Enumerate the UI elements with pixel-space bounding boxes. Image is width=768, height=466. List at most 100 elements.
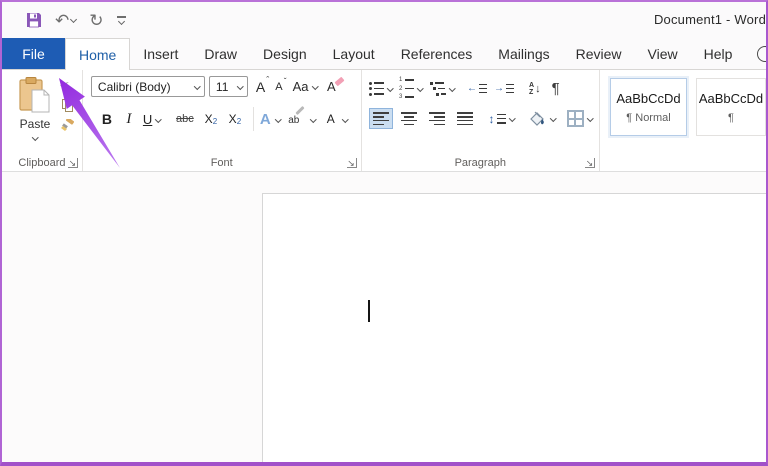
bold-button[interactable]: B [95, 111, 119, 127]
ribbon: Paste ✂ Clipboard ↘ Calibri (Body) 11 A … [2, 70, 766, 172]
undo-button[interactable]: ↶ [55, 12, 78, 29]
shading-button[interactable] [527, 110, 557, 128]
tab-mailings[interactable]: Mailings [485, 38, 562, 69]
tab-insert[interactable]: Insert [130, 38, 191, 69]
font-dialog-launcher[interactable]: ↘ [346, 158, 357, 168]
copy-icon[interactable] [62, 99, 73, 112]
align-right-icon [428, 112, 445, 126]
multilevel-list-icon [429, 81, 446, 96]
justify-icon [456, 112, 473, 126]
numbering-button[interactable]: 1 2 3 [399, 77, 424, 100]
tab-help[interactable]: Help [691, 38, 746, 69]
save-icon[interactable] [26, 12, 42, 28]
underline-button[interactable]: U [143, 112, 152, 127]
italic-button[interactable]: I [119, 111, 139, 128]
font-size-combobox[interactable]: 11 [208, 76, 248, 97]
paste-clipboard-icon [19, 77, 50, 113]
font-name-chevron-icon [194, 83, 201, 90]
paste-button[interactable]: Paste [12, 76, 58, 141]
strikethrough-button[interactable]: abc [171, 113, 199, 125]
multilevel-list-button[interactable] [429, 81, 455, 96]
superscript-button[interactable]: X2 [223, 112, 247, 126]
decrease-indent-button[interactable]: ← [467, 83, 487, 94]
font-color-button[interactable]: A [324, 110, 349, 128]
document-area [2, 172, 766, 462]
style-name: ¶ Normal [626, 111, 671, 124]
font-name-combobox[interactable]: Calibri (Body) [90, 76, 205, 97]
decrease-indent-icon: ← [467, 83, 487, 94]
clipboard-dialog-launcher[interactable]: ↘ [67, 158, 78, 168]
change-case-chevron-icon [311, 83, 318, 90]
underline-chevron-icon[interactable] [155, 115, 162, 123]
shrink-font-tick-icon: ˇ [283, 76, 287, 86]
text-highlight-button[interactable]: ab [288, 105, 317, 128]
font-group-label: Font [210, 157, 233, 169]
copy-page-front [65, 102, 73, 112]
document-page[interactable] [262, 193, 766, 462]
customize-qat-button[interactable] [116, 16, 126, 26]
text-caret [368, 300, 370, 322]
multilevel-chevron-icon [448, 85, 455, 92]
cut-icon[interactable]: ✂ [60, 78, 82, 91]
shrink-font-button[interactable]: Aˇ [275, 77, 286, 93]
borders-button[interactable] [566, 110, 593, 128]
bullets-icon [368, 81, 384, 96]
increase-indent-button[interactable]: → [494, 83, 514, 94]
shading-chevron-icon [550, 115, 557, 122]
highlight-chevron-icon [310, 115, 317, 123]
format-painter-icon[interactable] [60, 117, 75, 132]
font-group: Calibri (Body) 11 Aˆ Aˇ Aa A B I U abc X… [83, 70, 362, 171]
font-size-chevron-icon [237, 83, 244, 90]
style-normal[interactable]: AaBbCcDd ¶ Normal [610, 78, 687, 136]
shading-bucket-icon [530, 111, 544, 126]
line-spacing-chevron-icon [508, 115, 515, 122]
text-effects-icon: A [259, 110, 271, 128]
clear-formatting-button[interactable]: A [327, 76, 345, 94]
word-window: ↶ ↻ Document1 - Word File Home Insert Dr… [0, 0, 768, 466]
paste-dropdown-chevron-icon[interactable] [31, 134, 39, 141]
tab-review[interactable]: Review [563, 38, 635, 69]
tab-file[interactable]: File [2, 38, 65, 69]
tab-design[interactable]: Design [250, 38, 320, 69]
clipboard-group: Paste ✂ Clipboard ↘ [2, 70, 83, 171]
ribbon-tab-row: File Home Insert Draw Design Layout Refe… [2, 38, 766, 70]
change-case-button[interactable]: Aa [293, 79, 318, 94]
borders-grid-icon [566, 110, 584, 128]
tab-draw[interactable]: Draw [191, 38, 250, 69]
align-left-button[interactable] [368, 108, 393, 130]
align-center-button[interactable] [397, 108, 421, 129]
subscript-button[interactable]: X2 [199, 112, 223, 126]
show-paragraph-marks-button[interactable]: ¶ [552, 80, 560, 97]
style-next-partial[interactable]: AaBbCcDd ¶ [696, 78, 766, 136]
undo-dropdown-chevron-icon[interactable] [70, 15, 78, 23]
align-right-button[interactable] [425, 108, 449, 129]
justify-button[interactable] [453, 108, 477, 129]
bullets-button[interactable] [368, 81, 393, 96]
sort-button[interactable]: AZ ↓ [529, 82, 541, 96]
text-effects-button[interactable]: A [259, 110, 282, 128]
tab-references[interactable]: References [388, 38, 486, 69]
line-spacing-icon: ↕ [489, 112, 506, 126]
tab-layout[interactable]: Layout [320, 38, 388, 69]
grow-font-button[interactable]: Aˆ [256, 75, 269, 95]
tab-home[interactable]: Home [65, 38, 131, 70]
paragraph-dialog-launcher[interactable]: ↘ [585, 158, 595, 168]
highlight-icon: ab [288, 105, 306, 128]
redo-icon: ↻ [89, 10, 104, 30]
style-preview: AaBbCcDd [616, 90, 681, 106]
divider [252, 107, 254, 131]
line-spacing-button[interactable]: ↕ [489, 112, 515, 126]
search-icon[interactable] [757, 46, 766, 62]
paragraph-group: 1 2 3 ← → A Z ↓ ¶ ↕ Paragraph ↘ [362, 70, 600, 171]
increase-indent-icon: → [494, 83, 514, 94]
customize-qat-chevron-icon [117, 17, 125, 26]
font-color-chevron-icon [341, 115, 349, 123]
bullets-chevron-icon [386, 85, 393, 92]
tab-view[interactable]: View [635, 38, 691, 69]
align-center-icon [400, 112, 417, 126]
font-color-icon: A [326, 112, 335, 126]
highlight-pencil-icon [295, 105, 305, 116]
redo-button[interactable]: ↻ [89, 12, 103, 29]
quick-access-toolbar: ↶ ↻ [26, 12, 126, 29]
title-bar: ↶ ↻ Document1 - Word [2, 2, 766, 38]
